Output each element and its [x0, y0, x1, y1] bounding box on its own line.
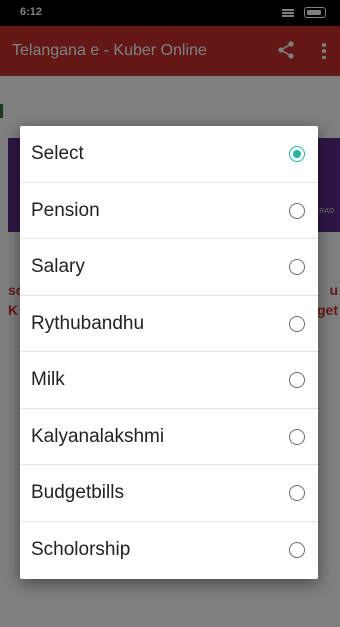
option-label: Rythubandhu: [31, 312, 145, 334]
option-label: Milk: [31, 369, 65, 390]
option-label: Pension: [31, 199, 100, 221]
option-label: Select: [31, 143, 84, 164]
radio-unchecked-icon[interactable]: [289, 485, 305, 501]
option-label: Scholorship: [31, 538, 131, 560]
radio-unchecked-icon[interactable]: [289, 202, 305, 219]
option-label: Salary: [31, 256, 85, 277]
option-milk[interactable]: Milk: [20, 352, 318, 409]
radio-unchecked-icon[interactable]: [289, 259, 305, 275]
option-label: Kalyanalakshmi: [31, 425, 165, 447]
option-label: Budgetbills: [31, 482, 124, 503]
radio-unchecked-icon[interactable]: [289, 315, 305, 332]
option-budgetbills[interactable]: Budgetbills: [20, 465, 318, 522]
option-salary[interactable]: Salary: [20, 239, 318, 296]
option-select[interactable]: Select: [20, 126, 318, 183]
radio-unchecked-icon[interactable]: [289, 541, 305, 558]
select-dialog: Select Pension Salary Rythubandhu Milk K…: [20, 126, 318, 579]
radio-unchecked-icon[interactable]: [289, 428, 305, 445]
option-rythubandhu[interactable]: Rythubandhu: [20, 296, 318, 352]
radio-unchecked-icon[interactable]: [289, 372, 305, 388]
option-pension[interactable]: Pension: [20, 183, 318, 239]
radio-checked-icon[interactable]: [289, 146, 305, 162]
option-scholorship[interactable]: Scholorship: [20, 522, 318, 579]
option-kalyanalakshmi[interactable]: Kalyanalakshmi: [20, 409, 318, 465]
